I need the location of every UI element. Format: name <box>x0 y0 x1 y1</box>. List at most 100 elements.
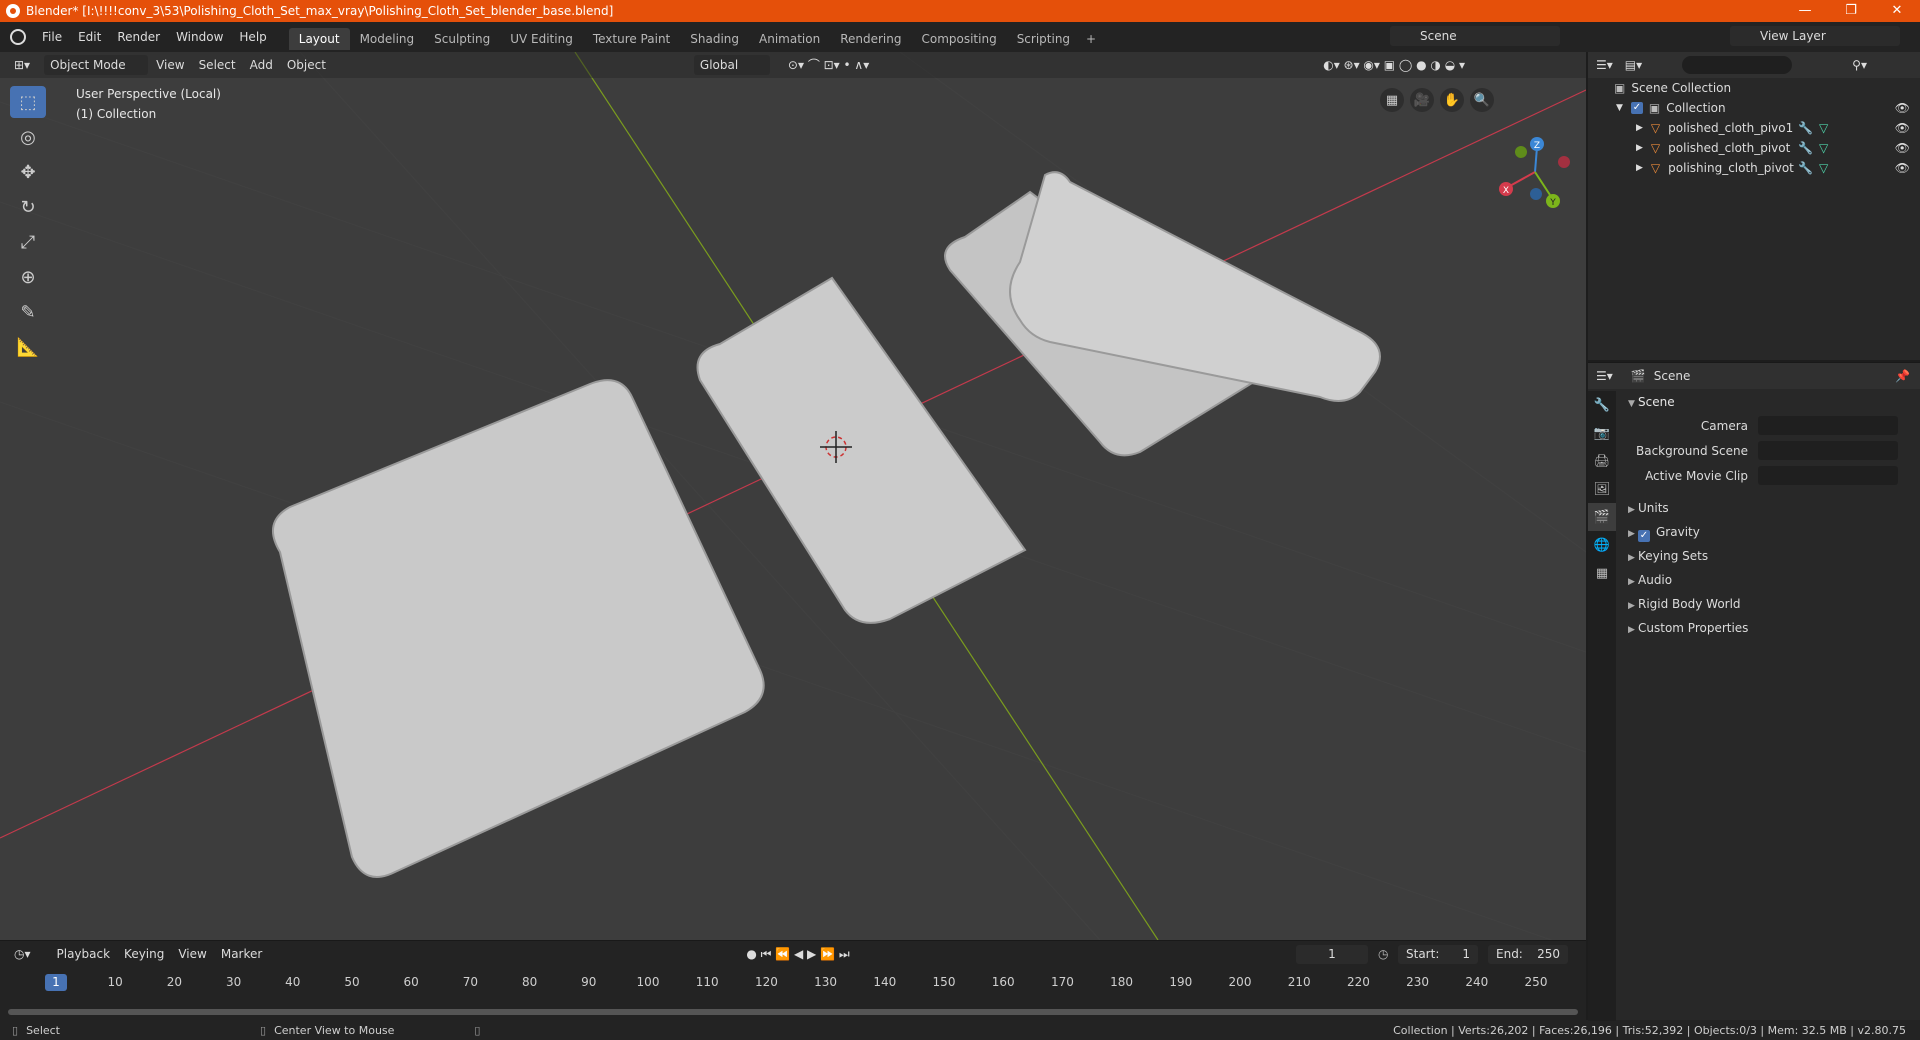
end-frame-field[interactable]: End: 250 <box>1488 945 1568 964</box>
timeline-menu-playback[interactable]: Playback <box>51 944 117 964</box>
mode-dropdown[interactable]: Object Mode <box>44 55 149 75</box>
scene-selector[interactable]: Scene <box>1390 26 1560 46</box>
units-panel[interactable]: ▶ Units <box>1618 496 1918 520</box>
cloth-folded-rectangle[interactable] <box>696 276 1027 624</box>
menu-file[interactable]: File <box>34 22 70 52</box>
world-tab-icon[interactable]: 🌐 <box>1588 531 1616 559</box>
menu-render[interactable]: Render <box>109 22 168 52</box>
tool-tab-icon[interactable]: 🔧 <box>1588 391 1616 419</box>
visibility-eye-icon[interactable]: 👁 <box>1895 101 1910 115</box>
custom-properties-panel[interactable]: ▶ Custom Properties <box>1618 616 1918 640</box>
move-tool-icon[interactable]: ✥ <box>10 156 46 188</box>
rigid-body-world-panel[interactable]: ▶ Rigid Body World <box>1618 592 1918 616</box>
tab-shading[interactable]: Shading <box>680 28 749 50</box>
tab-modeling[interactable]: Modeling <box>350 28 425 50</box>
scene-panel-header[interactable]: ▼ Scene <box>1618 391 1918 413</box>
zoom-icon[interactable]: 🔍 <box>1470 88 1494 112</box>
keying-sets-panel[interactable]: ▶ Keying Sets <box>1618 544 1918 568</box>
navigation-gizmo[interactable]: Z X Y <box>1499 137 1570 208</box>
timeline-editor-type-icon[interactable]: ◷▾ <box>8 944 37 964</box>
camera-view-icon[interactable]: 🎥 <box>1410 88 1434 112</box>
transform-tool-icon[interactable]: ⊕ <box>10 261 46 293</box>
tab-layout[interactable]: Layout <box>288 28 350 50</box>
camera-field[interactable] <box>1758 416 1898 435</box>
texture-tab-icon[interactable]: ▦ <box>1588 559 1616 587</box>
background-scene-field[interactable] <box>1758 441 1898 460</box>
outliner-row-object[interactable]: ▶ ▽ polishing_cloth_pivot 🔧 ▽ 👁 <box>1588 158 1920 178</box>
timeline-scrollbar[interactable] <box>8 1009 1578 1015</box>
output-tab-icon[interactable]: 🖨 <box>1588 447 1616 475</box>
add-workspace-button[interactable]: + <box>1080 28 1102 50</box>
tab-texture-paint[interactable]: Texture Paint <box>583 28 680 50</box>
viewport-menu-view[interactable]: View <box>150 55 190 75</box>
shading-icons[interactable]: ◐▾ ⊛▾ ◉▾ ▣ ◯ ● ◑ ◒ ▾ <box>1317 55 1471 75</box>
movie-clip-field[interactable] <box>1758 466 1898 485</box>
expand-icon[interactable]: ▶ <box>1636 163 1643 173</box>
outliner-row-collection[interactable]: ▼ ✓ ▣ Collection 👁 <box>1588 98 1920 118</box>
current-frame-marker[interactable]: 1 <box>45 974 67 991</box>
pan-hand-icon[interactable]: ✋ <box>1440 88 1464 112</box>
playback-controls[interactable]: ● ⏮ ⏪ ◀ ▶ ⏩ ⏭ <box>740 944 855 964</box>
viewport-menu-select[interactable]: Select <box>193 55 242 75</box>
timeline-menu-marker[interactable]: Marker <box>215 944 268 964</box>
modifier-icons[interactable]: 🔧 ▽ <box>1798 121 1828 135</box>
transform-orientation-dropdown[interactable]: Global <box>693 55 770 75</box>
gravity-checkbox[interactable]: ✓ <box>1638 530 1650 542</box>
outliner-row-object[interactable]: ▶ ▽ polished_cloth_pivo1 🔧 ▽ 👁 <box>1588 118 1920 138</box>
gravity-panel[interactable]: ▶ ✓ Gravity <box>1618 520 1918 544</box>
audio-panel[interactable]: ▶ Audio <box>1618 568 1918 592</box>
visibility-eye-icon[interactable]: 👁 <box>1895 121 1910 135</box>
rotate-tool-icon[interactable]: ↻ <box>10 191 46 223</box>
measure-tool-icon[interactable]: 📐 <box>10 331 46 363</box>
menu-window[interactable]: Window <box>168 22 231 52</box>
snap-icon[interactable]: ⊙▾ ⌒ ⊡▾ • ∧▾ <box>782 55 875 75</box>
viewport-menu-object[interactable]: Object <box>281 55 332 75</box>
minimize-button[interactable]: — <box>1782 0 1828 22</box>
annotate-tool-icon[interactable]: ✎ <box>10 296 46 328</box>
timeline-menu-keying[interactable]: Keying <box>118 944 170 964</box>
display-mode-icon[interactable]: ▤▾ <box>1625 58 1642 72</box>
collection-checkbox[interactable]: ✓ <box>1630 102 1643 114</box>
expand-icon[interactable]: ▶ <box>1636 123 1643 133</box>
close-button[interactable]: ✕ <box>1874 0 1920 22</box>
maximize-button[interactable]: ❐ <box>1828 0 1874 22</box>
3d-viewport[interactable]: Z X Y ⊞▾ Object Mode View Select Add Obj… <box>0 52 1586 940</box>
select-box-tool-icon[interactable]: ⬚ <box>10 86 46 118</box>
properties-editor-type-icon[interactable]: ☰▾ <box>1596 369 1613 383</box>
outliner-editor-type-icon[interactable]: ☰▾ <box>1596 58 1613 72</box>
timeline-ruler[interactable]: 10 20 30 40 50 60 70 80 90 100 110 120 130 140 150 160 1… <box>0 973 1586 991</box>
expand-icon[interactable]: ▶ <box>1636 143 1643 153</box>
cursor-tool-icon[interactable]: ◎ <box>10 121 46 153</box>
menu-edit[interactable]: Edit <box>70 22 109 52</box>
start-frame-field[interactable]: Start: 1 <box>1398 945 1478 964</box>
view-layer-selector[interactable]: View Layer <box>1730 26 1900 46</box>
view-layer-tab-icon[interactable]: 🖼 <box>1588 475 1616 503</box>
timeline-menu-view[interactable]: View <box>172 944 212 964</box>
scene-tab-icon[interactable]: 🎬 <box>1588 503 1616 531</box>
render-tab-icon[interactable]: 📷 <box>1588 419 1616 447</box>
pin-icon[interactable]: 📌 <box>1895 369 1910 383</box>
tab-sculpting[interactable]: Sculpting <box>424 28 500 50</box>
current-frame-field[interactable]: 1 <box>1296 945 1368 964</box>
outliner-row-object[interactable]: ▶ ▽ polished_cloth_pivot 🔧 ▽ 👁 <box>1588 138 1920 158</box>
filter-icon[interactable]: ⚲▾ <box>1852 58 1867 72</box>
expand-icon[interactable]: ▼ <box>1616 103 1623 113</box>
viewport-menu-add[interactable]: Add <box>244 55 279 75</box>
visibility-eye-icon[interactable]: 👁 <box>1895 161 1910 175</box>
outliner-search-input[interactable] <box>1682 56 1793 74</box>
tab-uv-editing[interactable]: UV Editing <box>500 28 583 50</box>
cloth-flat-square[interactable] <box>271 379 765 878</box>
editor-type-icon[interactable]: ⊞▾ <box>8 55 36 75</box>
scale-tool-icon[interactable]: ⤢ <box>10 226 46 258</box>
modifier-icons[interactable]: 🔧 ▽ <box>1798 141 1828 155</box>
tab-animation[interactable]: Animation <box>749 28 830 50</box>
outliner-row-scene-collection[interactable]: ▣ Scene Collection <box>1588 78 1920 98</box>
tab-rendering[interactable]: Rendering <box>830 28 911 50</box>
tab-compositing[interactable]: Compositing <box>911 28 1006 50</box>
grid-view-icon[interactable]: ▦ <box>1380 88 1404 112</box>
tab-scripting[interactable]: Scripting <box>1007 28 1080 50</box>
modifier-icons[interactable]: 🔧 ▽ <box>1798 161 1828 175</box>
menu-help[interactable]: Help <box>231 22 274 52</box>
blender-menu-icon[interactable] <box>10 29 26 45</box>
visibility-eye-icon[interactable]: 👁 <box>1895 141 1910 155</box>
